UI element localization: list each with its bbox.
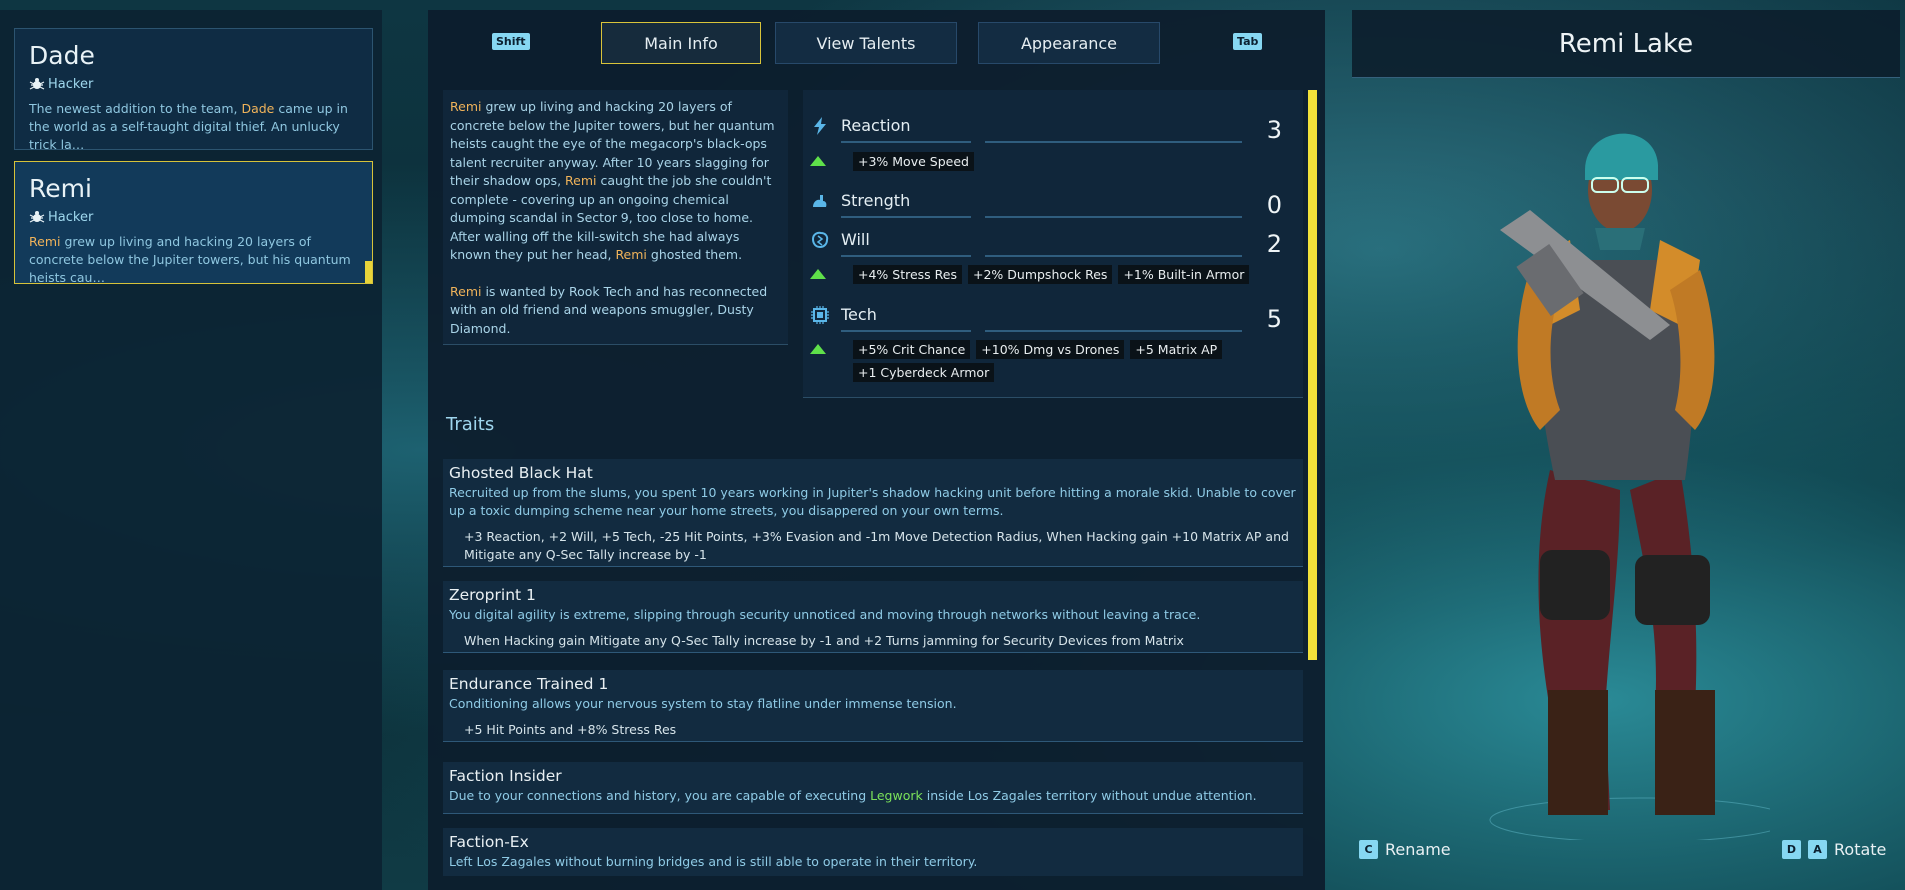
lightning-icon xyxy=(814,117,826,135)
bonus-chip: +10% Dmg vs Drones xyxy=(976,340,1125,359)
trait-name: Endurance Trained 1 xyxy=(449,675,609,693)
trait-description: Recruited up from the slums, you spent 1… xyxy=(449,485,1296,518)
tab-key-hint[interactable]: Tab xyxy=(1233,33,1263,50)
chip-icon xyxy=(811,306,829,324)
selection-marker xyxy=(365,261,372,283)
info-panel: Shift Main Info View Talents Appearance … xyxy=(428,10,1325,890)
roster-name: Dade xyxy=(29,41,95,70)
bonus-list: +3% Move Speed xyxy=(853,152,1293,171)
stats-panel: Reaction 3 +3% Move Speed Strength 0 Wil xyxy=(803,90,1303,398)
roster-desc: The newest addition to the team, Dade ca… xyxy=(29,101,348,152)
c-key: C xyxy=(1359,840,1378,859)
stat-underline xyxy=(841,216,971,218)
stat-underline xyxy=(841,255,971,257)
roster-desc: Remi grew up living and hacking 20 layer… xyxy=(29,234,351,285)
rotate-label: Rotate xyxy=(1834,840,1887,859)
stat-bar xyxy=(985,141,1242,143)
traits-heading: Traits xyxy=(446,414,495,435)
stat-will: Will 2 xyxy=(810,227,1290,258)
stat-value: 5 xyxy=(1266,305,1282,333)
stat-label: Reaction xyxy=(841,116,911,135)
a-key: A xyxy=(1808,840,1827,859)
trait-zeroprint-1: Zeroprint 1 You digital agility is extre… xyxy=(443,581,1303,653)
roster-panel: Dade Hacker The newest addition to the t… xyxy=(0,10,382,890)
character-model[interactable] xyxy=(1470,110,1770,840)
stat-label: Strength xyxy=(841,191,911,210)
trait-description: Left Los Zagales without burning bridges… xyxy=(449,854,978,869)
stat-underline xyxy=(841,330,971,332)
trait-endurance-trained-1: Endurance Trained 1 Conditioning allows … xyxy=(443,670,1303,742)
trait-effect: When Hacking gain Mitigate any Q-Sec Tal… xyxy=(464,633,1184,648)
stat-label: Will xyxy=(841,230,870,249)
bonus-chip: +1 Cyberdeck Armor xyxy=(853,363,995,382)
stat-value: 3 xyxy=(1266,116,1282,144)
trait-effect: +3 Reaction, +2 Will, +5 Tech, -25 Hit P… xyxy=(464,529,1289,562)
trait-faction-ex: Faction-Ex Left Los Zagales without burn… xyxy=(443,828,1303,876)
roster-class-label: Hacker xyxy=(48,209,94,225)
bonus-chip: +5% Crit Chance xyxy=(853,340,971,359)
stat-tech: Tech 5 xyxy=(810,302,1290,333)
hacker-icon xyxy=(29,78,45,90)
stat-bar xyxy=(985,330,1242,332)
roster-card-remi[interactable]: Remi Hacker Remi grew up living and hack… xyxy=(14,161,373,285)
trait-name: Faction Insider xyxy=(449,767,562,785)
stat-reaction: Reaction 3 xyxy=(810,113,1290,144)
bonus-chip: +3% Move Speed xyxy=(853,152,974,171)
trait-name: Faction-Ex xyxy=(449,833,529,851)
trait-name: Ghosted Black Hat xyxy=(449,464,593,482)
bio-paragraph: Remi grew up living and hacking 20 layer… xyxy=(450,99,775,262)
stat-strength: Strength 0 xyxy=(810,188,1290,219)
trait-description: You digital agility is extreme, slipping… xyxy=(449,607,1201,622)
rename-label: Rename xyxy=(1385,840,1451,859)
tab-view-talents[interactable]: View Talents xyxy=(775,22,957,64)
arm-icon xyxy=(813,195,827,207)
bonus-list: +5% Crit Chance +10% Dmg vs Drones +5 Ma… xyxy=(853,340,1293,382)
tab-appearance[interactable]: Appearance xyxy=(978,22,1160,64)
bonus-chip: +2% Dumpshock Res xyxy=(968,265,1113,284)
hacker-icon xyxy=(29,211,45,223)
trait-effect: +5 Hit Points and +8% Stress Res xyxy=(464,722,677,737)
bonus-chip: +1% Built-in Armor xyxy=(1118,265,1250,284)
roster-name: Remi xyxy=(29,174,92,203)
roster-card-dade[interactable]: Dade Hacker The newest addition to the t… xyxy=(14,28,373,152)
character-name-title: Remi Lake xyxy=(1352,10,1900,78)
rotate-action[interactable]: D A Rotate xyxy=(1782,840,1886,859)
bonus-list: +4% Stress Res +2% Dumpshock Res +1% Bui… xyxy=(853,265,1293,284)
trait-name: Zeroprint 1 xyxy=(449,586,536,604)
bio-paragraph: Remi is wanted by Rook Tech and has reco… xyxy=(450,283,768,336)
legwork-keyword: Legwork xyxy=(870,788,923,803)
bonus-chip: +4% Stress Res xyxy=(853,265,962,284)
d-key: D xyxy=(1782,840,1801,859)
character-bio: Remi grew up living and hacking 20 layer… xyxy=(443,90,788,345)
stat-value: 2 xyxy=(1266,230,1282,258)
trait-faction-insider: Faction Insider Due to your connections … xyxy=(443,762,1303,814)
stat-label: Tech xyxy=(841,305,877,324)
trait-description: Conditioning allows your nervous system … xyxy=(449,696,957,711)
brain-icon xyxy=(811,231,829,249)
scrollbar[interactable] xyxy=(1308,90,1317,660)
bonus-arrow-icon xyxy=(810,156,826,166)
tab-main-info[interactable]: Main Info xyxy=(601,22,761,64)
shift-key-hint[interactable]: Shift xyxy=(492,33,530,50)
roster-class: Hacker xyxy=(29,76,358,92)
bonus-arrow-icon xyxy=(810,269,826,279)
bonus-arrow-icon xyxy=(810,344,826,354)
roster-class: Hacker xyxy=(29,209,358,225)
trait-ghosted-black-hat: Ghosted Black Hat Recruited up from the … xyxy=(443,459,1303,567)
roster-class-label: Hacker xyxy=(48,76,94,92)
stat-value: 0 xyxy=(1266,191,1282,219)
trait-description: Due to your connections and history, you… xyxy=(449,788,1257,803)
rename-action[interactable]: C Rename xyxy=(1359,840,1451,859)
stat-bar xyxy=(985,216,1242,218)
bonus-chip: +5 Matrix AP xyxy=(1130,340,1223,359)
stat-underline xyxy=(841,141,971,143)
stat-bar xyxy=(985,255,1242,257)
